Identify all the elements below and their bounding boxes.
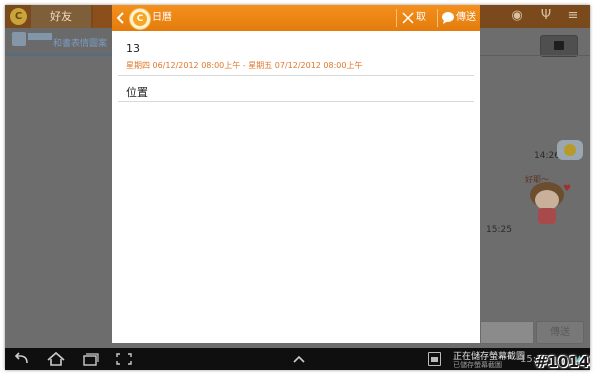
menu-icon[interactable]: ≡	[564, 8, 582, 24]
message-bubble	[557, 140, 583, 160]
image-notification-icon	[428, 352, 441, 366]
tab-secondary[interactable]	[93, 5, 113, 28]
background-send-button[interactable]: 傳送	[536, 321, 584, 344]
contact-row[interactable]: 和書表情圖案	[5, 28, 112, 53]
send-button[interactable]: 傳送	[440, 5, 478, 31]
location-label: 位置	[126, 86, 148, 99]
divider	[118, 75, 474, 76]
screenshot-icon[interactable]	[113, 350, 135, 368]
message-input[interactable]	[480, 321, 534, 344]
close-icon	[402, 12, 414, 24]
watermark: #10142	[535, 353, 590, 370]
action-divider	[437, 9, 438, 27]
camera-button[interactable]	[540, 35, 578, 57]
app-logo-icon: C	[129, 8, 151, 30]
avatar	[12, 32, 26, 46]
app-logo-icon: C	[10, 8, 27, 25]
contact-divider	[5, 53, 112, 56]
heart-icon: ♥	[563, 184, 572, 194]
chat-bubble-icon	[442, 12, 454, 24]
event-datetime: 星期四 06/12/2012 08:00上午 - 星期五 07/12/2012 …	[126, 61, 363, 70]
system-bar: 正在儲存螢幕截圖 已儲存螢幕截圖 15:26 ▲	[5, 348, 590, 370]
notification-subtitle: 已儲存螢幕截圖	[453, 361, 502, 369]
event-title: 13	[126, 42, 140, 55]
send-label: 傳送	[456, 12, 476, 23]
back-chevron-icon[interactable]	[114, 7, 128, 29]
chevron-up-icon[interactable]	[288, 350, 310, 368]
cancel-button[interactable]: 取消	[399, 5, 435, 49]
chat-bubble-icon[interactable]: ◉	[508, 8, 526, 24]
message-time: 15:25	[486, 225, 512, 235]
recent-apps-icon[interactable]	[79, 350, 101, 368]
tab-friends[interactable]: 好友	[31, 5, 91, 28]
chat-divider	[480, 55, 590, 56]
camera-icon	[554, 41, 564, 50]
screen-frame: C 好友 ◉ Ψ ≡ 和書表情圖案 14:26 好耶～ ♥ 15:25 傳送 C…	[5, 5, 590, 370]
home-icon[interactable]	[45, 350, 67, 368]
dialog-action-bar: C 日曆 取消 傳送	[112, 5, 480, 49]
divider	[118, 101, 474, 102]
sticker-text: 好耶～	[525, 175, 549, 184]
sticker-image: 好耶～ ♥	[525, 175, 573, 228]
back-icon[interactable]	[11, 350, 33, 368]
emoji-icon	[564, 144, 576, 156]
dialog-title: 日曆	[152, 12, 172, 23]
cancel-label: 取消	[416, 12, 426, 49]
calendar-share-dialog: C 日曆 取消 傳送 13 星期四 06/12/2012 08:00上午 - 星…	[112, 5, 480, 343]
broadcast-icon[interactable]: Ψ	[537, 8, 555, 24]
action-divider	[396, 9, 397, 27]
contact-name-blur	[28, 33, 52, 40]
contact-status: 和書表情圖案	[53, 39, 108, 49]
